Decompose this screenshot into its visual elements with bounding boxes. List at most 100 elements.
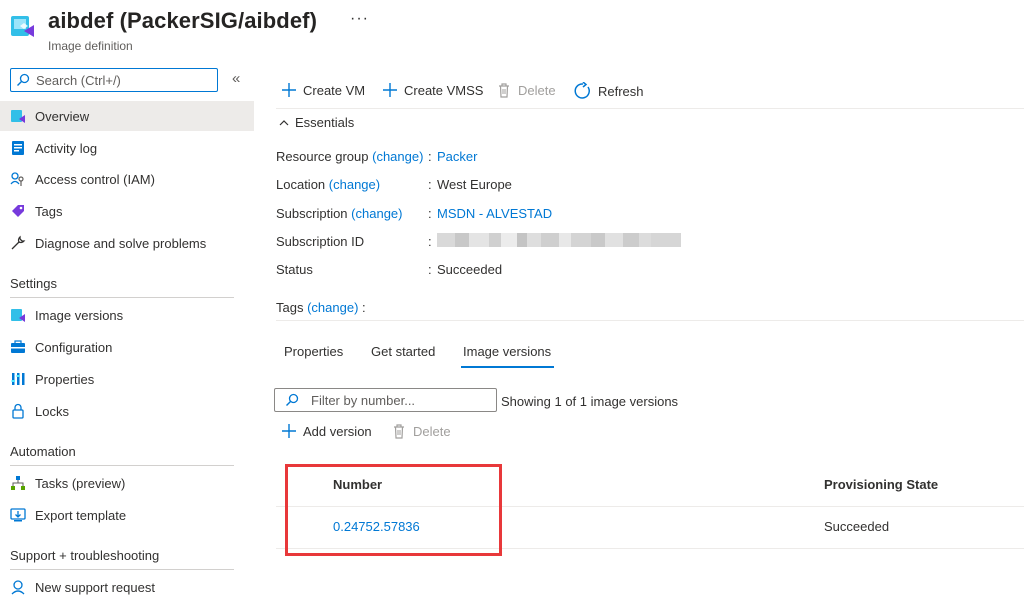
subscription-label: Subscription (change) — [276, 206, 402, 221]
tag-icon — [12, 205, 24, 217]
tasks-icon — [11, 476, 25, 490]
location-label-text: Location — [276, 177, 326, 192]
resource-group-value[interactable]: Packer — [437, 149, 477, 164]
configuration-icon — [11, 340, 25, 353]
add-version-label: Add version — [303, 423, 372, 439]
support-icon — [11, 580, 25, 595]
sidebar-item-overview[interactable]: Overview — [0, 101, 254, 131]
resource-group-label-text: Resource group — [276, 149, 369, 164]
sidebar-item-label: Export template — [35, 508, 127, 523]
create-vmss-label: Create VMSS — [404, 82, 484, 98]
essentials-title: Essentials — [295, 115, 355, 130]
change-location-link[interactable]: (change) — [329, 177, 380, 192]
sidebar-item-tags[interactable]: Tags — [0, 196, 254, 226]
location-label: Location (change) — [276, 177, 380, 192]
tab-get-started[interactable]: Get started — [371, 344, 435, 359]
grid-header-divider — [276, 506, 1024, 507]
provisioning-state-cell: Succeeded — [824, 519, 890, 534]
image-versions-icon — [11, 309, 25, 322]
sidebar-search[interactable] — [10, 68, 218, 92]
sidebar-item-configuration[interactable]: Configuration — [0, 332, 254, 362]
subscription-id-label: Subscription ID — [276, 234, 365, 249]
sidebar-item-diagnose[interactable]: Diagnose and solve problems — [0, 228, 254, 258]
active-tab-indicator — [461, 366, 554, 368]
plus-icon — [383, 83, 397, 97]
section-divider — [10, 465, 234, 466]
showing-count: Showing 1 of 1 image versions — [501, 394, 679, 409]
sidebar-item-label: Activity log — [35, 141, 98, 156]
sidebar-item-label: Image versions — [35, 308, 124, 323]
sidebar-item-properties[interactable]: Properties — [0, 364, 254, 394]
create-vm-button[interactable]: Create VM — [281, 82, 365, 98]
section-support: Support + troubleshooting — [10, 548, 160, 563]
delete-version-button[interactable]: Delete — [391, 423, 451, 439]
add-version-button[interactable]: Add version — [281, 423, 372, 439]
sidebar-item-image-versions[interactable]: Image versions — [0, 300, 254, 330]
overview-icon — [11, 110, 25, 123]
lock-icon — [12, 403, 24, 419]
trash-icon — [499, 83, 509, 98]
section-divider — [10, 569, 234, 570]
sidebar-item-label: Access control (IAM) — [35, 172, 155, 187]
plus-icon — [282, 83, 296, 97]
subscription-label-text: Subscription — [276, 206, 348, 221]
essentials-toggle[interactable]: Essentials — [278, 115, 354, 130]
filter-input[interactable] — [311, 392, 491, 408]
more-options-button[interactable]: ··· — [350, 10, 369, 28]
tab-properties[interactable]: Properties — [284, 344, 343, 359]
colon: : — [362, 300, 366, 315]
sidebar-item-new-support-request[interactable]: New support request — [0, 572, 254, 602]
sidebar-item-label: Configuration — [35, 340, 113, 355]
collapse-sidebar-button[interactable]: « — [232, 70, 240, 87]
sidebar-item-label: New support request — [35, 580, 155, 595]
colon: : — [428, 206, 432, 221]
sidebar-item-tasks[interactable]: Tasks (preview) — [0, 468, 254, 498]
section-automation: Automation — [10, 444, 76, 459]
subscription-value[interactable]: MSDN - ALVESTAD — [437, 206, 552, 221]
page-header: aibdef (PackerSIG/aibdef) ··· Image defi… — [0, 0, 1024, 62]
sidebar-item-activity-log[interactable]: Activity log — [0, 133, 254, 163]
sidebar-item-locks[interactable]: Locks — [0, 396, 254, 426]
tags-label-text: Tags — [276, 300, 304, 315]
command-bar: Create VM Create VMSS Delete Refresh — [276, 78, 1024, 102]
trash-icon — [394, 424, 404, 439]
plus-icon — [282, 424, 296, 438]
sidebar-item-export-template[interactable]: Export template — [0, 500, 254, 530]
wrench-icon — [11, 235, 26, 250]
column-header-number[interactable]: Number — [333, 477, 382, 492]
export-template-icon — [10, 508, 26, 522]
refresh-label: Refresh — [598, 83, 644, 99]
sidebar-item-label: Tasks (preview) — [35, 476, 126, 491]
status-value: Succeeded — [437, 262, 503, 277]
version-number-link[interactable]: 0.24752.57836 — [333, 519, 420, 534]
iam-icon — [10, 172, 24, 186]
sidebar-item-label: Properties — [35, 372, 95, 387]
highlight-annotation-box — [285, 464, 502, 556]
image-definition-icon — [11, 16, 34, 37]
delete-label: Delete — [518, 82, 556, 98]
filter-box[interactable] — [274, 388, 497, 412]
grid-row-divider — [276, 548, 1024, 549]
location-value: West Europe — [437, 177, 512, 192]
activity-log-icon — [12, 141, 24, 155]
sidebar-item-iam[interactable]: Access control (IAM) — [0, 164, 254, 194]
column-header-provisioning-state[interactable]: Provisioning State — [824, 477, 938, 492]
sidebar-search-input[interactable] — [36, 72, 206, 88]
tab-image-versions[interactable]: Image versions — [463, 344, 551, 359]
properties-icon — [11, 373, 25, 385]
sidebar-item-label: Locks — [35, 404, 69, 419]
page-title: aibdef (PackerSIG/aibdef) — [48, 8, 318, 33]
chevron-up-icon — [279, 119, 289, 125]
essentials-divider — [276, 320, 1024, 321]
refresh-button[interactable]: Refresh — [574, 82, 644, 100]
delete-button[interactable]: Delete — [496, 82, 556, 98]
section-divider — [10, 297, 234, 298]
change-tags-link[interactable]: (change) — [307, 300, 358, 315]
change-subscription-link[interactable]: (change) — [351, 206, 402, 221]
change-resource-group-link[interactable]: (change) — [372, 149, 423, 164]
section-settings: Settings — [10, 276, 57, 291]
search-icon — [286, 393, 299, 406]
tags-label: Tags (change) : — [276, 300, 366, 315]
create-vmss-button[interactable]: Create VMSS — [382, 82, 483, 98]
subscription-id-redacted — [437, 233, 681, 247]
